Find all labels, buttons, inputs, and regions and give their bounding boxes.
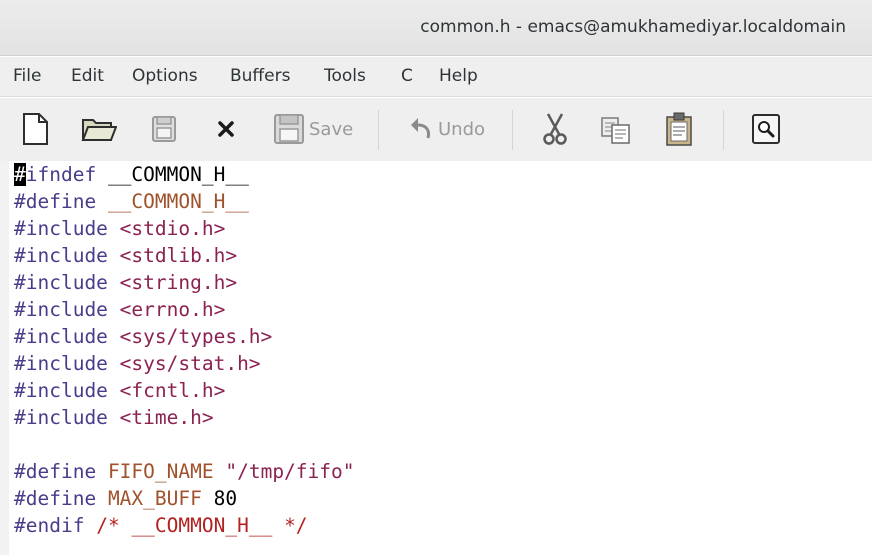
code-token: #include (14, 352, 108, 375)
toolbar-separator (378, 110, 379, 150)
code-token: <stdlib.h> (119, 244, 238, 267)
code-token: <fcntl.h> (119, 379, 226, 402)
menu-file[interactable]: File (13, 66, 41, 86)
code-token: #define (14, 460, 97, 483)
undo-button[interactable]: Undo (408, 112, 485, 146)
code-token: MAX_BUFF (107, 487, 202, 510)
code-line[interactable]: #include <string.h> (14, 269, 355, 296)
code-token: #include (14, 406, 108, 429)
undo-label: Undo (438, 118, 486, 140)
code-line[interactable]: #include <sys/stat.h> (14, 350, 355, 377)
magnifier-icon (752, 114, 780, 144)
code-line[interactable]: #define MAX_BUFF 80 (14, 485, 355, 512)
toolbar-separator (512, 110, 513, 150)
code-token: #define (14, 487, 97, 510)
toolbar-separator (723, 110, 724, 150)
menu-help[interactable]: Help (439, 66, 478, 86)
code-token: /* (96, 514, 132, 537)
save-icon (274, 114, 304, 144)
cut-button[interactable] (541, 112, 569, 146)
code-token: __COMMON_H__ (96, 163, 249, 186)
code-token: <string.h> (119, 271, 238, 294)
open-folder-icon (81, 119, 117, 141)
code-line[interactable]: #include <stdlib.h> (14, 242, 355, 269)
close-buffer-button[interactable] (216, 112, 236, 146)
code-token: <errno.h> (119, 298, 226, 321)
floppy-disk-icon (152, 116, 176, 142)
code-token: #include (14, 325, 108, 348)
save-label: Save (309, 118, 354, 140)
code-token: __COMMON_H__ (131, 514, 273, 537)
code-line[interactable]: #define FIFO_NAME "/tmp/fifo" (14, 458, 355, 485)
copy-icon (601, 117, 630, 144)
left-fringe (0, 161, 9, 555)
code-token: ifndef (25, 163, 97, 186)
code-token: FIFO_NAME (107, 460, 214, 483)
code-token: __COMMON_H__ (107, 190, 249, 213)
new-file-icon (23, 113, 48, 145)
code-token: #include (14, 244, 108, 267)
code-line[interactable]: #include <fcntl.h> (14, 377, 355, 404)
code-line[interactable]: #include <sys/types.h> (14, 323, 355, 350)
code-line[interactable]: #define __COMMON_H__ (14, 188, 355, 215)
code-token: #define (14, 190, 97, 213)
clipboard-icon (666, 112, 692, 146)
menu-bar: File Edit Options Buffers Tools C Help (0, 57, 872, 97)
code-line[interactable]: #include <time.h> (14, 404, 355, 431)
search-button[interactable] (751, 112, 781, 146)
copy-button[interactable] (600, 112, 632, 146)
menu-options[interactable]: Options (132, 66, 198, 86)
code-token: #include (14, 379, 108, 402)
code-line[interactable]: #include <errno.h> (14, 296, 355, 323)
title-bar: common.h - emacs@amukhamediyar.localdoma… (0, 0, 872, 56)
save-buffer-button[interactable] (151, 112, 177, 146)
menu-buffers[interactable]: Buffers (230, 66, 290, 86)
window-title: common.h - emacs@amukhamediyar.localdoma… (420, 17, 846, 37)
code-line[interactable]: #endif /* __COMMON_H__ */ (14, 512, 355, 539)
code-token: <time.h> (119, 406, 214, 429)
code-buffer[interactable]: #ifndef __COMMON_H__ #define __COMMON_H__… (14, 161, 355, 539)
code-token: */ (272, 514, 308, 537)
code-token: #include (14, 217, 108, 240)
paste-button[interactable] (664, 112, 694, 146)
new-file-button[interactable] (20, 112, 50, 146)
code-token: <sys/stat.h> (119, 352, 261, 375)
code-token: <sys/types.h> (119, 325, 273, 348)
close-x-icon (218, 121, 234, 137)
code-line[interactable] (14, 431, 355, 458)
code-line[interactable]: #include <stdio.h> (14, 215, 355, 242)
code-token: "/tmp/fifo" (225, 460, 355, 483)
scissors-icon (543, 113, 567, 145)
editor-area[interactable]: #ifndef __COMMON_H__ #define __COMMON_H__… (0, 161, 872, 555)
menu-c[interactable]: C (401, 66, 413, 86)
code-line[interactable]: #ifndef __COMMON_H__ (14, 161, 355, 188)
menu-edit[interactable]: Edit (71, 66, 104, 86)
code-token: #include (14, 298, 108, 321)
text-cursor: # (14, 163, 26, 186)
undo-arrow-icon (411, 118, 430, 139)
save-button[interactable]: Save (273, 112, 353, 146)
code-token: 80 (201, 487, 238, 510)
code-token: #include (14, 271, 108, 294)
code-token: <stdio.h> (119, 217, 226, 240)
toolbar: Save Undo (0, 98, 872, 161)
open-file-button[interactable] (81, 112, 117, 146)
menu-tools[interactable]: Tools (324, 66, 366, 86)
code-token: #endif (14, 514, 85, 537)
